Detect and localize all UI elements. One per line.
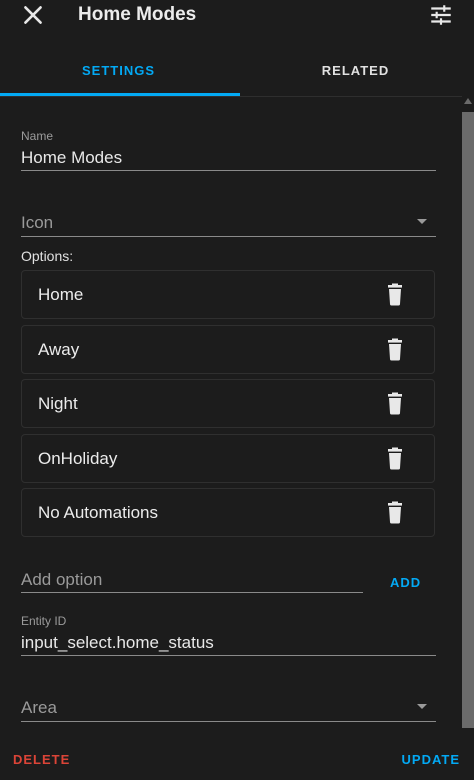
add-option-input[interactable]: Add option [21,570,102,590]
dialog-header: Home Modes [0,0,474,32]
add-option-button[interactable]: ADD [390,575,421,590]
area-underline [21,721,436,722]
entity-id-input[interactable]: input_select.home_status [21,633,214,653]
option-label: No Automations [38,503,159,522]
trash-icon[interactable] [384,501,406,525]
name-input[interactable]: Home Modes [21,148,122,168]
name-label: Name [21,129,54,143]
scroll-up-arrow-icon[interactable] [464,98,472,104]
option-item: No Automations [21,488,435,537]
option-label: Home [38,285,84,304]
tab-bar: SETTINGS RELATED [0,46,474,97]
close-icon[interactable] [20,2,46,28]
icon-picker[interactable]: Icon [21,213,53,233]
option-item: Home [21,270,435,319]
tune-icon[interactable] [428,2,454,28]
tab-settings[interactable]: SETTINGS [0,46,237,96]
trash-icon[interactable] [384,447,406,471]
chevron-down-icon[interactable] [417,219,427,224]
trash-icon[interactable] [384,283,406,307]
tab-indicator [0,93,240,96]
option-label: Away [38,340,80,359]
trash-icon[interactable] [384,392,406,416]
tab-related[interactable]: RELATED [237,46,474,96]
update-button[interactable]: UPDATE [402,752,460,767]
icon-underline [21,236,436,237]
dialog-footer: DELETE UPDATE [0,738,474,780]
option-item: OnHoliday [21,434,435,483]
scrollbar-thumb[interactable] [462,112,474,728]
option-item: Away [21,325,435,374]
entity-id-label: Entity ID [21,614,67,628]
entity-id-underline [21,655,436,656]
name-underline [21,170,436,171]
area-picker[interactable]: Area [21,698,57,718]
dialog-title: Home Modes [78,4,197,25]
trash-icon[interactable] [384,338,406,362]
option-label: OnHoliday [38,449,118,468]
option-item: Night [21,379,435,428]
options-label: Options: [21,248,74,264]
delete-button[interactable]: DELETE [13,752,70,767]
add-option-underline [21,592,363,593]
chevron-down-icon[interactable] [417,704,427,709]
option-label: Night [38,394,78,413]
